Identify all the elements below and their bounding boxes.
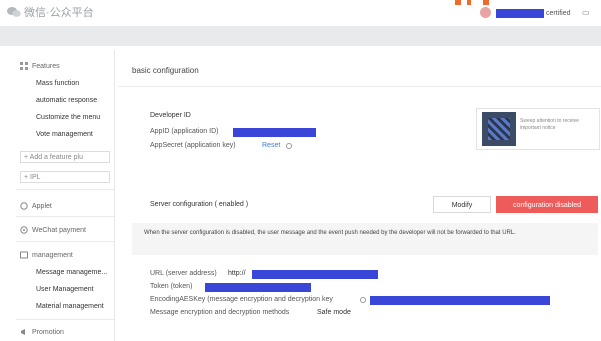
sidebar-section-label: Promotion <box>32 328 64 336</box>
qr-notice-panel: Sweep attention to receive important not… <box>476 108 600 150</box>
sidebar-section-label: management <box>32 251 73 259</box>
reset-link[interactable]: Reset <box>262 142 280 149</box>
sidebar-section-management: management <box>20 251 73 259</box>
sidebar-item-applet[interactable]: Applet <box>20 202 52 210</box>
sidebar-item-mass-function[interactable]: Mass function <box>36 80 79 87</box>
redacted-appid-value <box>233 128 316 137</box>
developer-id-heading: Developer ID <box>150 112 191 119</box>
sidebar-divider <box>16 241 114 242</box>
encryption-method-value: Safe mode <box>317 309 351 316</box>
header-divider-band <box>0 26 601 46</box>
sidebar-section-features: Features <box>20 62 60 70</box>
payment-icon <box>20 226 28 234</box>
sidebar-divider <box>16 189 114 190</box>
wechat-logo[interactable]: 微信·公众平台 <box>7 4 94 20</box>
sidebar-section-promotion[interactable]: Promotion <box>20 328 64 336</box>
encryption-method-label: Message encryption and decryption method… <box>150 309 290 316</box>
notification-icon[interactable]: ▭ <box>582 8 590 17</box>
avatar[interactable] <box>480 7 491 18</box>
url-label: URL (server address) <box>150 270 217 277</box>
page-title: basic configuration <box>132 66 199 75</box>
url-value: http:// <box>228 270 246 277</box>
qr-code-image <box>482 112 516 146</box>
wechat-icon <box>7 7 21 17</box>
certified-badge: certified <box>546 10 571 17</box>
sidebar-item-customize-menu[interactable]: Customize the menu <box>36 114 100 121</box>
sidebar-item-message-management[interactable]: Message manageme... <box>36 269 107 276</box>
sidebar-item-label: WeChat payment <box>32 226 86 234</box>
add-feature-plugin-button[interactable]: + Add a feature plu <box>20 151 110 163</box>
sidebar-divider <box>16 216 114 217</box>
help-icon[interactable] <box>286 143 292 149</box>
appid-label: AppID (application ID) <box>150 128 219 135</box>
modify-button[interactable]: Modify <box>433 196 491 213</box>
qr-notice-text: Sweep attention to receive important not… <box>520 118 579 131</box>
logo-text: 微信·公众平台 <box>24 7 94 19</box>
main-content: basic configuration Developer ID AppID (… <box>118 50 601 341</box>
redacted-aeskey-value <box>370 296 550 305</box>
title-divider <box>118 86 601 87</box>
management-icon <box>20 251 28 259</box>
applet-icon <box>20 202 28 210</box>
sidebar-section-label: Features <box>32 62 60 70</box>
decorative-mark <box>455 0 489 5</box>
redacted-url-value <box>252 270 378 279</box>
sidebar-item-user-management[interactable]: User Management <box>36 286 94 293</box>
configuration-disabled-button[interactable]: configuration disabled <box>496 196 598 213</box>
promotion-icon <box>21 329 25 335</box>
sidebar-divider <box>16 319 114 320</box>
plugin-item[interactable]: + IPL <box>20 171 110 183</box>
aeskey-label: EncodingAESKey (message encryption and d… <box>150 296 333 303</box>
sidebar: Features Mass function automatic respons… <box>8 50 115 341</box>
grid-icon <box>20 62 28 70</box>
token-label: Token (token) <box>150 283 193 290</box>
sidebar-item-label: Applet <box>32 202 52 210</box>
appsecret-label: AppSecret (application key) <box>150 142 236 149</box>
disable-notice: When the server configuration is disable… <box>132 223 598 255</box>
sidebar-item-automatic-response[interactable]: automatic response <box>36 97 97 104</box>
sidebar-item-material-management[interactable]: Material management <box>36 303 104 310</box>
top-bar: 微信·公众平台 certified ▭ <box>0 0 601 26</box>
sidebar-item-wechat-payment[interactable]: WeChat payment <box>20 226 86 234</box>
redacted-account-name[interactable] <box>496 9 544 18</box>
help-icon[interactable] <box>360 297 366 303</box>
redacted-token-value <box>205 283 311 292</box>
server-config-label: Server configuration ( enabled ) <box>150 201 249 208</box>
sidebar-item-vote-management[interactable]: Vote management <box>36 131 93 138</box>
